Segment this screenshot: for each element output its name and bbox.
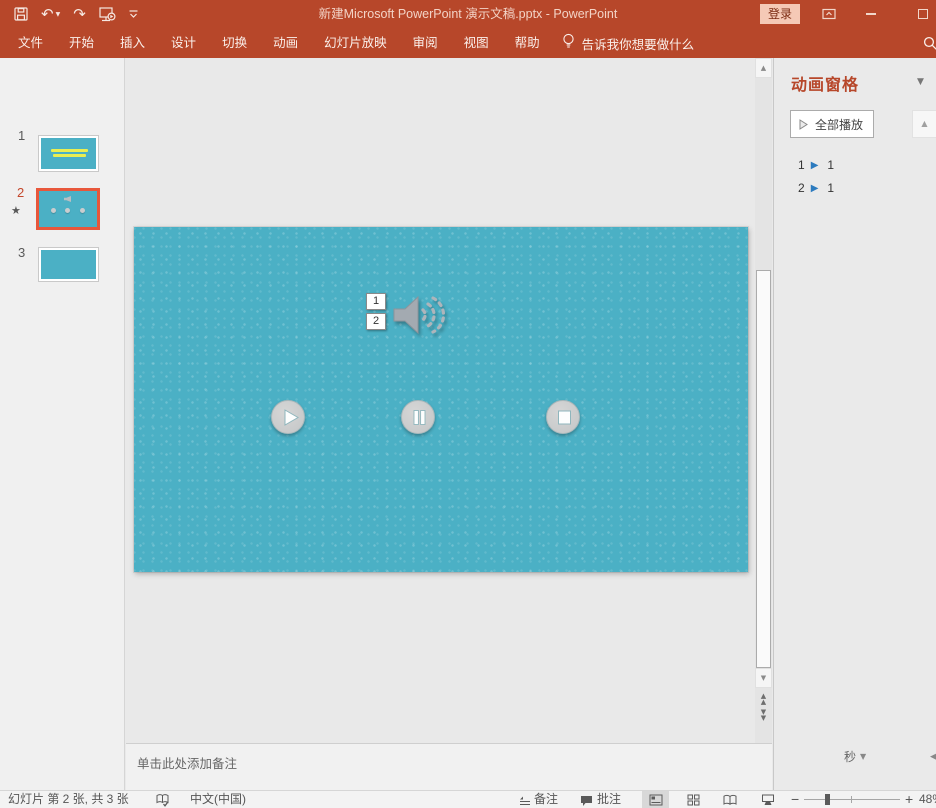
play-triangle-icon: ▶ bbox=[811, 183, 819, 194]
play-all-button[interactable]: 全部播放 bbox=[790, 110, 874, 138]
sign-in-button[interactable]: 登录 bbox=[760, 4, 800, 24]
notes-icon bbox=[519, 795, 531, 808]
tab-file[interactable]: 文件 bbox=[0, 28, 56, 58]
tell-me-box[interactable]: 告诉我你想要做什么 bbox=[562, 33, 695, 53]
lightbulb-icon bbox=[562, 33, 575, 53]
chevron-down-icon: ▼ bbox=[860, 752, 866, 761]
slide-1-number: 1 bbox=[18, 128, 25, 143]
tab-home[interactable]: 开始 bbox=[56, 28, 107, 58]
slide-editing-area[interactable] bbox=[134, 227, 748, 572]
tab-review[interactable]: 审阅 bbox=[400, 28, 451, 58]
save-icon[interactable] bbox=[14, 7, 28, 21]
tell-me-label: 告诉我你想要做什么 bbox=[582, 34, 695, 53]
undo-button[interactable]: ↶▼ bbox=[41, 7, 60, 22]
mini-stop-dot bbox=[80, 208, 85, 213]
stop-button[interactable] bbox=[546, 400, 580, 434]
notes-area[interactable]: 单击此处添加备注 bbox=[126, 743, 772, 790]
customize-qat-icon[interactable] bbox=[129, 10, 138, 19]
zoom-slider-tick bbox=[851, 796, 852, 803]
redo-button[interactable]: ↷ bbox=[73, 7, 86, 22]
audio-speaker-icon[interactable] bbox=[390, 284, 448, 351]
tab-animations[interactable]: 动画 bbox=[260, 28, 311, 58]
slide-thumbnail-panel: 1 2 ★ 3 bbox=[0, 58, 125, 790]
animation-item-1[interactable]: 1 ▶ 1 bbox=[798, 157, 834, 173]
thumbnail-text-line bbox=[53, 154, 86, 157]
slide-3-number: 3 bbox=[18, 245, 25, 260]
zoom-out-button[interactable]: − bbox=[791, 791, 799, 808]
mini-pause-dot bbox=[65, 208, 70, 213]
zoom-slider-thumb[interactable] bbox=[825, 794, 830, 805]
pane-menu-chevron-icon[interactable]: ▼ bbox=[917, 77, 924, 87]
pause-button[interactable] bbox=[401, 400, 435, 434]
status-bar: 幻灯片 第 2 张, 共 3 张 中文(中国) 备注 批注 − + 48% bbox=[0, 790, 936, 808]
slide-1-thumbnail[interactable] bbox=[39, 136, 98, 171]
search-icon[interactable] bbox=[923, 36, 936, 57]
animation-order-tag-2[interactable]: 2 bbox=[366, 313, 386, 330]
maximize-button[interactable] bbox=[908, 0, 936, 28]
tab-slideshow[interactable]: 幻灯片放映 bbox=[311, 28, 400, 58]
tab-view[interactable]: 视图 bbox=[451, 28, 502, 58]
notes-toggle[interactable]: 备注 bbox=[534, 791, 558, 808]
slide-2-number: 2 bbox=[17, 185, 24, 200]
timeline-seconds-dropdown[interactable]: 秒 ▼ bbox=[844, 748, 866, 765]
tab-design[interactable]: 设计 bbox=[158, 28, 209, 58]
ribbon-display-options-button[interactable] bbox=[814, 0, 844, 28]
animation-order: 2 bbox=[798, 181, 805, 195]
powerpoint-window: ↶▼ ↷ 新建Microsoft PowerPoint 演示文稿.pptx - … bbox=[0, 0, 936, 808]
slide-sorter-view-button[interactable] bbox=[680, 791, 707, 808]
previous-slide-button[interactable]: ▲▲ bbox=[755, 691, 772, 706]
tab-insert[interactable]: 插入 bbox=[107, 28, 158, 58]
pane-scroll-up-button[interactable]: ▲ bbox=[912, 110, 936, 138]
animation-item-2[interactable]: 2 ▶ 1 bbox=[798, 180, 834, 196]
tab-help[interactable]: 帮助 bbox=[502, 28, 553, 58]
comments-toggle[interactable]: 批注 bbox=[597, 791, 621, 808]
minimize-button[interactable] bbox=[856, 0, 886, 28]
reading-view-button[interactable] bbox=[716, 791, 743, 808]
animation-order: 1 bbox=[798, 158, 805, 172]
play-button[interactable] bbox=[271, 400, 305, 434]
play-triangle-icon: ▶ bbox=[811, 160, 819, 171]
thumbnail-text-line bbox=[51, 149, 88, 152]
quick-access-toolbar: ↶▼ ↷ bbox=[14, 0, 138, 28]
animation-order-tag-1[interactable]: 1 bbox=[366, 293, 386, 310]
slide-3-thumbnail[interactable] bbox=[39, 248, 98, 281]
animation-target: 1 bbox=[827, 158, 834, 172]
next-slide-button[interactable]: ▼▼ bbox=[755, 707, 772, 722]
ribbon-tab-bar: 文件 开始 插入 设计 切换 动画 幻灯片放映 审阅 视图 帮助 告诉我你想要做… bbox=[0, 28, 936, 58]
play-all-label: 全部播放 bbox=[815, 116, 863, 133]
comments-icon bbox=[580, 795, 593, 808]
main-vertical-scrollbar[interactable]: ▲ ▼ ▲▲ ▼▼ bbox=[755, 58, 772, 743]
start-slideshow-icon[interactable] bbox=[99, 7, 116, 22]
normal-view-button[interactable] bbox=[642, 791, 669, 808]
seconds-label: 秒 bbox=[844, 748, 856, 765]
scrollbar-thumb[interactable] bbox=[756, 270, 771, 668]
zoom-percentage[interactable]: 48% bbox=[919, 791, 936, 808]
animation-pane: 动画窗格 ▼ 全部播放 ▲ 1 ▶ 1 2 ▶ 1 秒 ▼ ◀ bbox=[773, 58, 936, 790]
mini-speaker-icon bbox=[64, 196, 71, 202]
animation-pane-title: 动画窗格 bbox=[791, 71, 859, 95]
animation-star-icon[interactable]: ★ bbox=[11, 204, 21, 217]
scroll-up-button[interactable]: ▲ bbox=[755, 58, 772, 78]
notes-placeholder: 单击此处添加备注 bbox=[137, 753, 237, 772]
timeline-scroll-left-icon[interactable]: ◀ bbox=[930, 752, 936, 762]
spell-check-icon[interactable] bbox=[156, 793, 170, 808]
scroll-down-button[interactable]: ▼ bbox=[755, 668, 772, 688]
language-indicator[interactable]: 中文(中国) bbox=[190, 791, 246, 808]
mini-play-dot bbox=[51, 208, 56, 213]
title-bar: ↶▼ ↷ 新建Microsoft PowerPoint 演示文稿.pptx - … bbox=[0, 0, 936, 28]
slide-counter: 幻灯片 第 2 张, 共 3 张 bbox=[8, 791, 129, 808]
slideshow-view-button[interactable] bbox=[754, 791, 781, 808]
zoom-in-button[interactable]: + bbox=[905, 791, 913, 808]
tab-transitions[interactable]: 切换 bbox=[209, 28, 260, 58]
slide-2-thumbnail-selected[interactable] bbox=[36, 188, 100, 230]
play-outline-icon bbox=[799, 119, 808, 130]
animation-target: 1 bbox=[827, 181, 834, 195]
zoom-slider-track[interactable] bbox=[804, 799, 900, 800]
